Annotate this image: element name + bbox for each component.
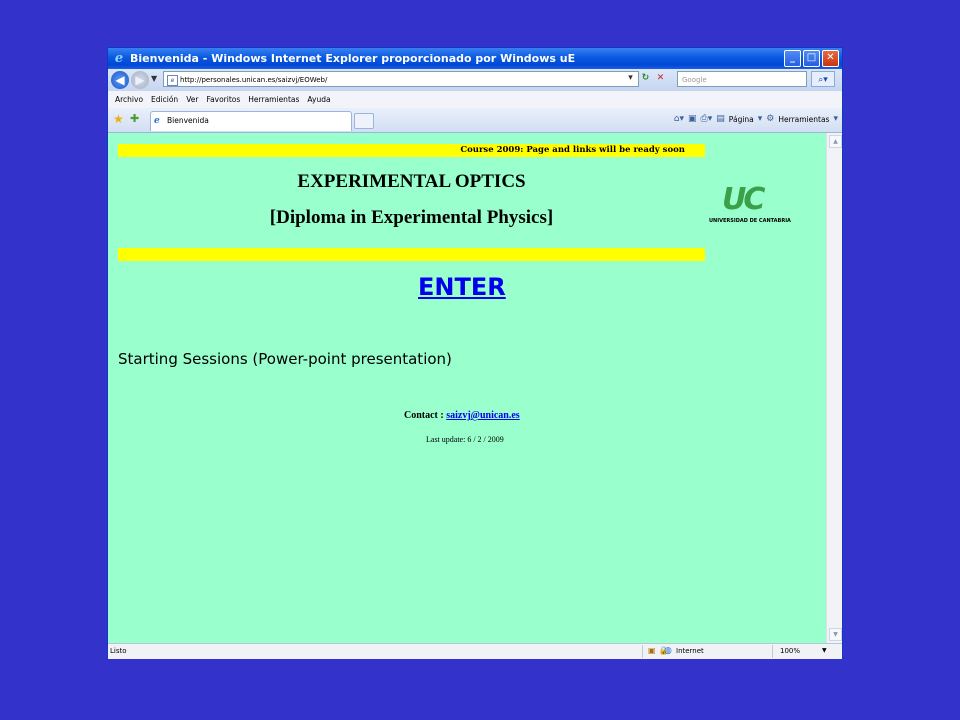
page-icon: e [167,75,178,86]
page-menu-icon: ▤ [716,114,725,124]
tab-bar: ★ ✚ e Bienvenida ⌂▾ ▣ ⎙▾ ▤ Página ▾ ⚙ He… [108,108,842,133]
favorites-star-icon[interactable]: ★ [113,112,124,126]
status-text: Listo [110,647,127,655]
sessions-link[interactable]: Starting Sessions (Power-point presentat… [118,350,452,368]
vertical-scrollbar[interactable]: ▲ ▼ [826,133,842,643]
page-title: EXPERIMENTAL OPTICS [297,171,526,192]
forward-button[interactable]: ▶ [131,71,149,89]
bottom-yellow-bar [118,248,705,261]
uc-logo-letters: UC [722,182,765,217]
address-toolbar: ◀ ▶ ▼ e http://personales.unican.es/saiz… [108,69,842,91]
page-subtitle: [Diploma in Experimental Physics] [269,207,554,228]
tab-bienvenida[interactable]: e Bienvenida [150,111,352,131]
command-bar: ⌂▾ ▣ ⎙▾ ▤ Página ▾ ⚙ Herramientas ▾ [674,114,838,124]
browser-window: e Bienvenida - Windows Internet Explorer… [107,47,843,659]
contact-label: Contact : [404,410,447,421]
zoom-level[interactable]: 100% [780,647,800,655]
zoom-dropdown-icon[interactable]: ▼ [822,647,827,654]
ie-logo-icon: e [114,50,124,66]
last-update: Last update: 6 / 2 / 2009 [426,435,504,444]
minimize-button[interactable]: _ [784,50,801,67]
window-title: Bienvenida - Windows Internet Explorer p… [130,52,576,65]
course-notice: Course 2009: Page and links will be read… [460,145,685,155]
history-dropdown-icon[interactable]: ▼ [151,74,157,83]
menu-ver[interactable]: Ver [186,95,198,104]
menu-archivo[interactable]: Archivo [115,95,143,104]
menu-herramientas[interactable]: Herramientas [248,95,299,104]
tab-title: Bienvenida [167,116,209,125]
window-controls: _ □ ✕ [784,50,839,67]
feeds-icon[interactable]: ▣ [688,114,697,124]
scroll-up-icon[interactable]: ▲ [829,135,842,148]
contact-email-link[interactable]: saizvj@unican.es [446,410,519,421]
page-menu-drop-icon: ▾ [757,114,763,124]
address-bar[interactable]: e http://personales.unican.es/saizvj/EOW… [163,71,639,87]
status-divider [642,645,643,658]
scroll-down-icon[interactable]: ▼ [829,628,842,641]
tools-gear-icon: ⚙ [766,114,775,124]
title-bar[interactable]: e Bienvenida - Windows Internet Explorer… [108,48,842,69]
tools-menu[interactable]: Herramientas [778,115,829,124]
maximize-button[interactable]: □ [803,50,820,67]
back-button[interactable]: ◀ [111,71,129,89]
university-logo: UC UNIVERSIDAD DE CANTABRIA [706,185,801,227]
status-divider [772,645,773,658]
internet-zone-icon: ◍ [664,646,672,656]
security-zone[interactable]: Internet [676,647,704,655]
page-menu[interactable]: Página [729,115,754,124]
search-button[interactable]: ⌕▾ [811,71,835,87]
page-content: Course 2009: Page and links will be read… [108,133,826,643]
address-url: http://personales.unican.es/saizvj/EOWeb… [180,76,328,84]
home-icon[interactable]: ⌂▾ [674,114,684,124]
refresh-icon[interactable]: ↻ [639,72,652,85]
stop-icon[interactable]: ✕ [654,72,667,85]
menu-edicion[interactable]: Edición [151,95,178,104]
address-dropdown-icon[interactable]: ▾ [624,72,637,85]
new-tab-button[interactable] [354,113,374,129]
menu-ayuda[interactable]: Ayuda [307,95,330,104]
enter-link[interactable]: ENTER [418,273,506,301]
tools-menu-drop-icon: ▾ [833,114,838,124]
status-bar: Listo ▣ 🔒 ◍ Internet 100% ▼ [108,643,842,659]
protected-mode-icon[interactable]: ▣ [648,646,656,655]
close-button[interactable]: ✕ [822,50,839,67]
print-icon[interactable]: ⎙▾ [701,114,713,124]
menu-favoritos[interactable]: Favoritos [206,95,240,104]
top-yellow-bar: Course 2009: Page and links will be read… [118,144,705,157]
menu-bar: Archivo Edición Ver Favoritos Herramient… [108,91,842,109]
contact-line: Contact : saizvj@unican.es [404,410,520,421]
tab-ie-icon: e [154,116,160,126]
add-favorite-icon[interactable]: ✚ [130,112,139,125]
uc-logo-subtitle: UNIVERSIDAD DE CANTABRIA [709,218,791,224]
address-tools: ▾ ↻ ✕ [624,72,667,85]
search-input[interactable]: Google [677,71,807,87]
